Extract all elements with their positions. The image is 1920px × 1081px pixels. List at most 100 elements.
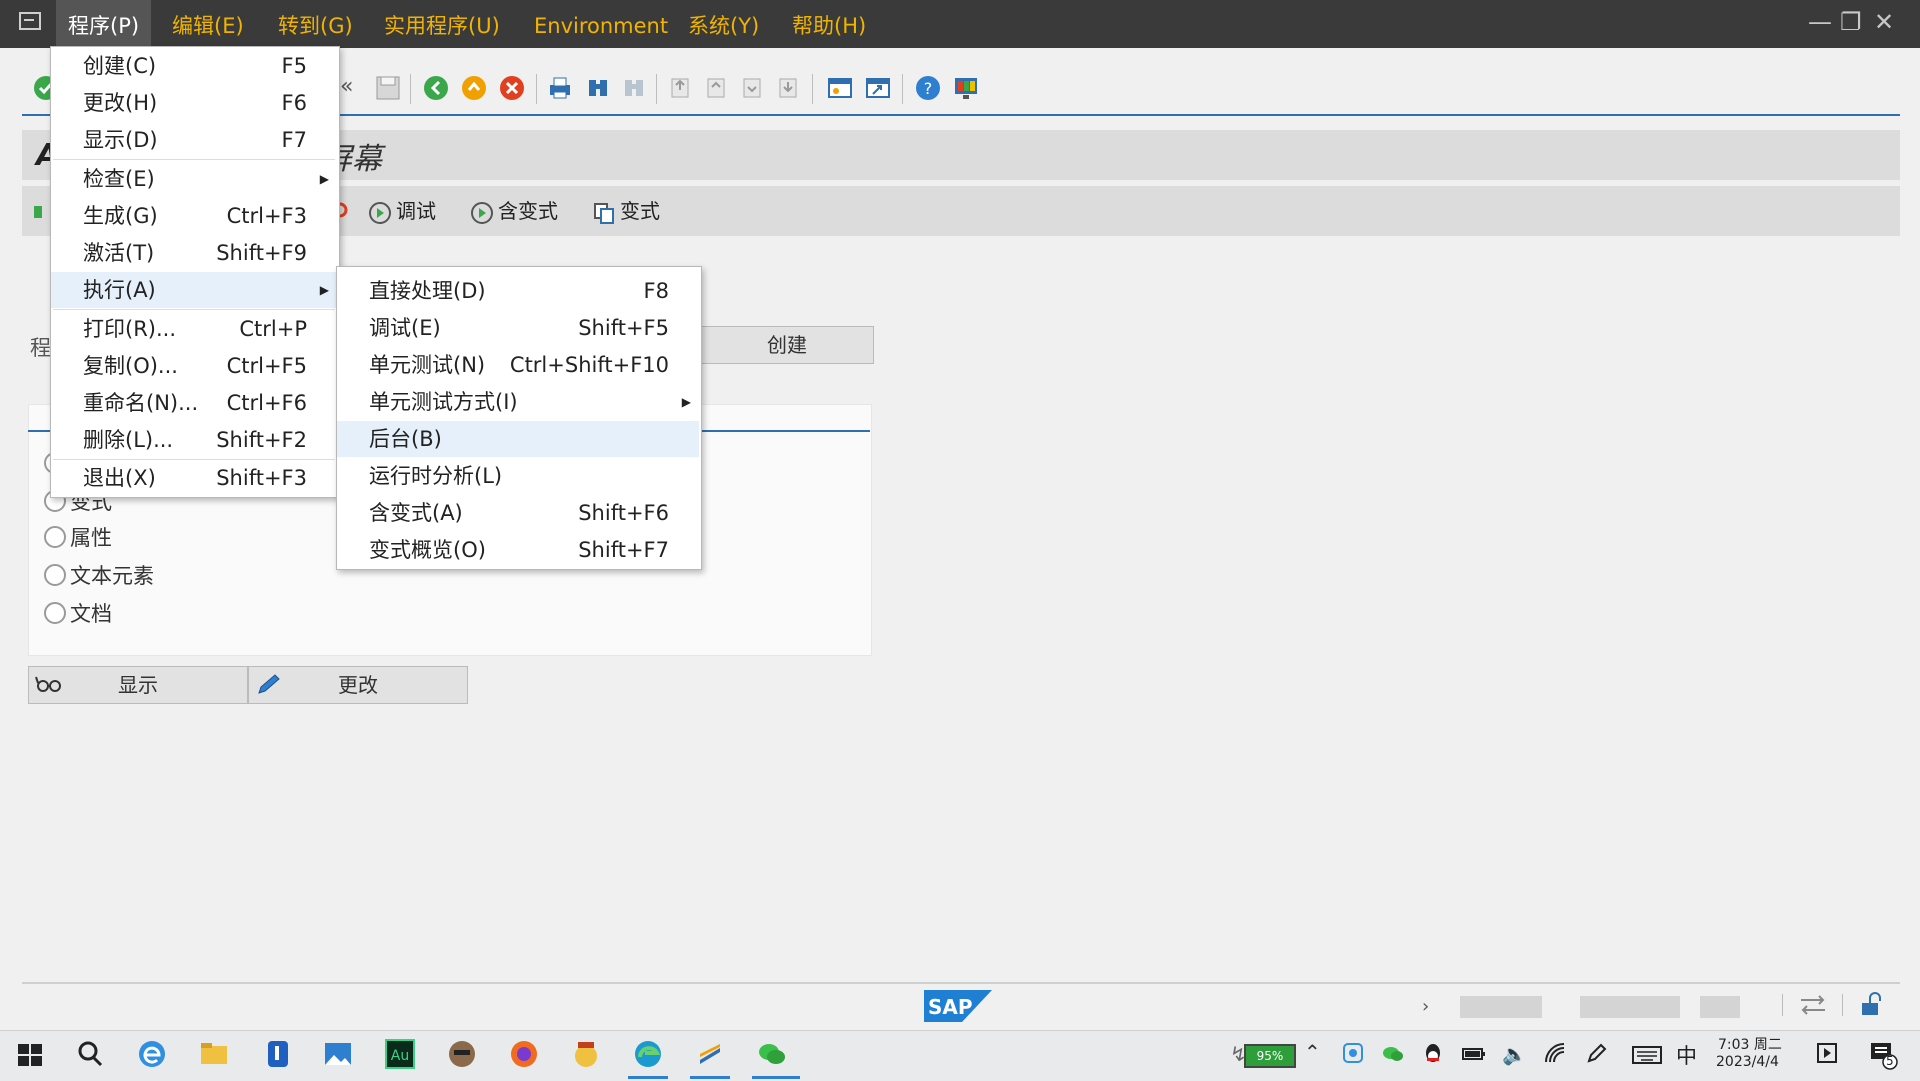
display-button-label: 显示	[118, 673, 158, 697]
submenu-item-with-variant[interactable]: 含变式(A) Shift+F6	[337, 495, 699, 531]
previous-page-icon[interactable]	[702, 74, 730, 102]
tray-app-icon[interactable]	[1342, 1042, 1364, 1064]
menu-item-delete[interactable]: 删除(L)... Shift+F2	[51, 422, 337, 458]
edge-icon[interactable]	[632, 1038, 664, 1070]
back-icon[interactable]	[422, 74, 450, 102]
debug-button[interactable]: 调试	[368, 194, 436, 228]
clock-date[interactable]: 2023/4/4	[1716, 1054, 1779, 1070]
submenu-item-direct-processing[interactable]: 直接处理(D) F8	[337, 273, 699, 309]
menu-edit[interactable]: 编辑(E)	[160, 0, 256, 48]
insert-overwrite-icon[interactable]	[1798, 992, 1828, 1018]
menu-item-activate[interactable]: 激活(T) Shift+F9	[51, 235, 337, 271]
qq-icon[interactable]	[1422, 1042, 1444, 1066]
save-icon[interactable]	[374, 74, 402, 102]
submenu-item-variant-overview[interactable]: 变式概览(O) Shift+F7	[337, 532, 699, 568]
menu-system[interactable]: 系统(Y)	[676, 0, 771, 48]
submenu-item-unit-test[interactable]: 单元测试(N) Ctrl+Shift+F10	[337, 347, 699, 383]
create-shortcut-icon[interactable]	[864, 74, 892, 102]
wechat-icon[interactable]	[756, 1038, 788, 1070]
firefox-icon[interactable]	[508, 1038, 540, 1070]
print-icon[interactable]	[546, 74, 574, 102]
clock-time[interactable]: 7:03 周二	[1718, 1034, 1782, 1054]
hierarchy-icon[interactable]	[32, 198, 46, 222]
close-icon[interactable]: ✕	[1874, 8, 1894, 36]
status-separator	[1782, 994, 1783, 1016]
touch-keyboard-icon[interactable]	[1632, 1046, 1662, 1064]
ime-indicator[interactable]: 中	[1676, 1040, 1697, 1070]
radio-attributes[interactable]	[44, 526, 66, 548]
menu-goto[interactable]: 转到(G)	[266, 0, 365, 48]
menu-item-print[interactable]: 打印(R)... Ctrl+P	[51, 311, 337, 347]
system-info-obscured	[1700, 996, 1740, 1018]
sap-logo-text: SAP	[928, 995, 973, 1019]
menu-program[interactable]: 程序(P)	[56, 0, 152, 48]
menu-item-create[interactable]: 创建(C) F5	[51, 48, 337, 84]
photos-icon[interactable]	[322, 1038, 354, 1070]
new-session-icon[interactable]	[826, 74, 854, 102]
to-do-icon[interactable]	[262, 1038, 294, 1070]
restore-icon[interactable]: ❐	[1840, 8, 1862, 36]
menu-item-change[interactable]: 更改(H) F6	[51, 85, 337, 121]
battery-tray-icon[interactable]	[1462, 1046, 1486, 1062]
volume-icon[interactable]: 🔈	[1502, 1042, 1527, 1066]
cartoon-app-icon[interactable]	[570, 1038, 602, 1070]
window-menu-icon[interactable]	[18, 10, 44, 34]
avatar-app-icon[interactable]	[446, 1038, 478, 1070]
last-page-icon[interactable]	[774, 74, 802, 102]
show-desktop-icon[interactable]	[1816, 1042, 1838, 1064]
submenu-item-runtime-analysis[interactable]: 运行时分析(L)	[337, 458, 699, 494]
edge-legacy-icon[interactable]	[136, 1038, 168, 1070]
menu-item-display[interactable]: 显示(D) F7	[51, 122, 337, 158]
toolbar-separator	[812, 74, 813, 104]
radio-documentation[interactable]	[44, 602, 66, 624]
wechat-tray-icon[interactable]	[1382, 1044, 1404, 1064]
battery-indicator[interactable]: 95%	[1244, 1044, 1296, 1068]
menu-utilities[interactable]: 实用程序(U)	[372, 0, 512, 48]
help-icon[interactable]: ?	[914, 74, 942, 102]
notification-count: 5	[1886, 1054, 1894, 1068]
submenu-arrow-icon: ▶	[681, 395, 691, 409]
sap-logon-icon[interactable]	[694, 1038, 726, 1070]
find-next-icon[interactable]	[620, 74, 648, 102]
chevron-up-icon[interactable]: ⌃	[1304, 1040, 1321, 1064]
submenu-item-debugging[interactable]: 调试(E) Shift+F5	[337, 310, 699, 346]
menu-item-check[interactable]: 检查(E) ▶	[51, 161, 337, 197]
status-expand-icon[interactable]: ›	[1422, 996, 1429, 1017]
menu-environment[interactable]: Environment	[522, 0, 680, 48]
execute-debug-icon	[368, 201, 392, 225]
command-field-collapse-icon[interactable]: «	[340, 74, 353, 99]
menu-item-exit[interactable]: 退出(X) Shift+F3	[51, 460, 337, 496]
minimize-icon[interactable]: —	[1808, 8, 1832, 36]
cancel-icon[interactable]	[498, 74, 526, 102]
next-page-icon[interactable]	[738, 74, 766, 102]
menu-item-copy[interactable]: 复制(O)... Ctrl+F5	[51, 348, 337, 384]
search-icon[interactable]	[74, 1038, 106, 1070]
pen-icon[interactable]	[1586, 1042, 1608, 1064]
start-windows-icon[interactable]	[14, 1038, 46, 1070]
first-page-icon[interactable]	[666, 74, 694, 102]
submenu-arrow-icon: ▶	[319, 172, 329, 186]
customize-layout-icon[interactable]	[952, 74, 980, 102]
find-icon[interactable]	[584, 74, 612, 102]
submenu-item-unit-test-with[interactable]: 单元测试方式(I) ▶	[337, 384, 699, 420]
exit-icon[interactable]	[460, 74, 488, 102]
menu-bar: 程序(P) 编辑(E) 转到(G) 实用程序(U) Environment 系统…	[0, 0, 1920, 48]
wifi-icon[interactable]	[1544, 1042, 1566, 1064]
file-explorer-icon[interactable]	[198, 1038, 230, 1070]
active-app-indicator	[752, 1076, 800, 1079]
menu-item-rename[interactable]: 重命名(N)... Ctrl+F6	[51, 385, 337, 421]
menu-help[interactable]: 帮助(H)	[780, 0, 878, 48]
display-button[interactable]: 显示	[28, 666, 248, 704]
variant-button[interactable]: 变式	[592, 194, 660, 228]
with-variant-button[interactable]: 含变式	[470, 194, 558, 228]
submenu-item-background[interactable]: 后台(B)	[337, 421, 699, 457]
audition-icon[interactable]: Au	[384, 1038, 416, 1070]
program-menu: 创建(C) F5 更改(H) F6 显示(D) F7 检查(E) ▶ 生成(G) Ctrl…	[50, 46, 340, 498]
radio-text-elements[interactable]	[44, 564, 66, 586]
menu-item-execute[interactable]: 执行(A) ▶	[51, 272, 337, 308]
lock-icon[interactable]	[1858, 990, 1886, 1018]
create-button[interactable]: 创建	[700, 326, 874, 364]
menu-item-generate[interactable]: 生成(G) Ctrl+F3	[51, 198, 337, 234]
change-button[interactable]: 更改	[248, 666, 468, 704]
toolbar-separator	[410, 74, 411, 104]
